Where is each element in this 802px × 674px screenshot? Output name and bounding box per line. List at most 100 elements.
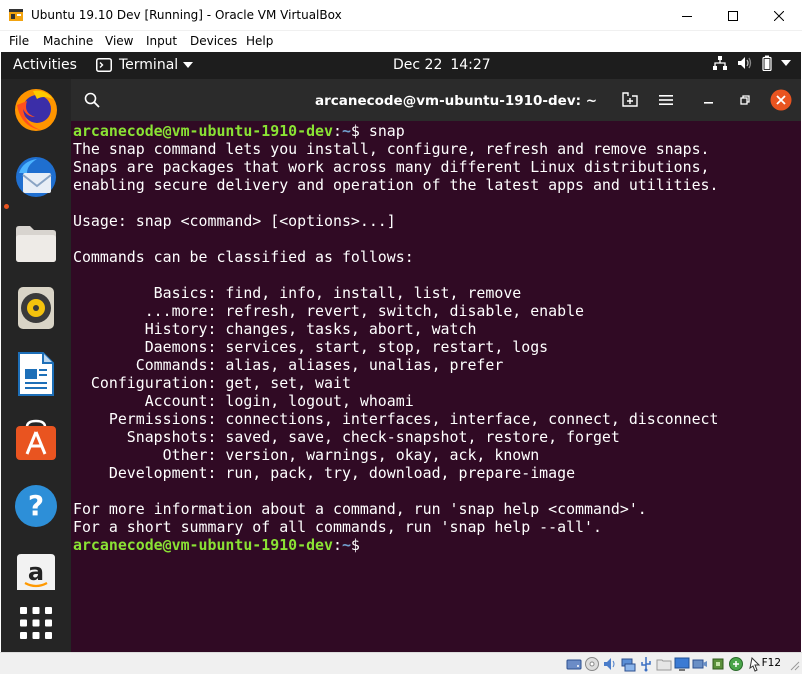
dock-libreoffice-writer[interactable]: [12, 350, 60, 398]
show-applications-icon: [20, 607, 52, 639]
prompt-symbol: $: [350, 536, 369, 554]
maximize-button[interactable]: [710, 0, 756, 31]
dock-ubuntu-software[interactable]: [12, 416, 60, 464]
terminal-close-button[interactable]: [768, 88, 794, 112]
video-capture-icon[interactable]: [692, 656, 708, 672]
output-line: ...more: refresh, revert, switch, disabl…: [73, 302, 585, 320]
hard-disk-icon[interactable]: [566, 656, 582, 672]
terminal-window[interactable]: arcanecode@vm-ubuntu-1910-dev: ~ arcanec…: [71, 79, 801, 652]
output-line: Development: run, pack, try, download, p…: [73, 464, 576, 482]
minimize-icon: [704, 102, 713, 104]
output-line: Commands can be classified as follows:: [73, 248, 414, 266]
output-line: For more information about a command, ru…: [73, 500, 647, 518]
output-line: Snaps are packages that work across many…: [73, 158, 710, 176]
prompt-path: ~: [341, 122, 351, 140]
terminal-output[interactable]: arcanecode@vm-ubuntu-1910-dev:~$ snap Th…: [73, 121, 801, 652]
output-line: Basics: find, info, install, list, remov…: [73, 284, 522, 302]
ubuntu-software-icon: [16, 419, 56, 460]
resize-grip-icon[interactable]: [788, 659, 800, 671]
cpu-icon[interactable]: [710, 656, 726, 672]
terminal-minimize-button[interactable]: [696, 88, 722, 112]
maximize-icon: [728, 10, 738, 21]
dock-help[interactable]: ?: [12, 482, 60, 530]
minimize-button[interactable]: [664, 0, 710, 31]
output-line: Account: login, logout, whoami: [73, 392, 414, 410]
host-key-label: F12: [761, 657, 781, 669]
output-line: History: changes, tasks, abort, watch: [73, 320, 477, 338]
prompt-line: arcanecode@vm-ubuntu-1910-dev:~$ snap: [73, 122, 405, 140]
svg-text:?: ?: [28, 489, 44, 522]
output-line: Permissions: connections, interfaces, in…: [73, 410, 719, 428]
chevron-down-icon: [183, 62, 194, 68]
app-menu[interactable]: Terminal: [96, 57, 194, 73]
dock-thunderbird[interactable]: [12, 154, 60, 202]
terminal-maximize-button[interactable]: [732, 88, 758, 112]
status-icons: [566, 656, 762, 672]
amazon-icon: a: [17, 554, 55, 590]
mouse-integration-icon[interactable]: [728, 656, 744, 672]
prompt-user: arcanecode@vm-ubuntu-1910-dev: [73, 536, 333, 554]
menu-machine[interactable]: Machine: [43, 34, 93, 48]
system-tray[interactable]: [712, 55, 791, 71]
minimize-icon: [682, 15, 692, 17]
menu-file[interactable]: File: [9, 34, 29, 48]
shared-folders-icon[interactable]: [656, 656, 672, 672]
vbox-titlebar: Ubuntu 19.10 Dev [Running] - Oracle VM V…: [0, 0, 802, 31]
menu-view[interactable]: View: [105, 34, 133, 48]
vbox-statusbar: F12: [0, 652, 802, 674]
dock-files[interactable]: [12, 219, 60, 267]
clock-time: 14:27: [450, 57, 491, 73]
dock-amazon[interactable]: a: [12, 548, 60, 596]
audio-icon[interactable]: [602, 656, 618, 672]
output-line: enabling secure delivery and operation o…: [73, 176, 719, 194]
new-tab-icon: [622, 92, 638, 107]
dock-firefox[interactable]: [12, 86, 60, 134]
dock-rhythmbox[interactable]: [12, 284, 60, 332]
libreoffice-writer-icon: [18, 352, 54, 396]
output-line: Snapshots: saved, save, check-snapshot, …: [73, 428, 620, 446]
output-line: Daemons: services, start, stop, restart,…: [73, 338, 549, 356]
help-icon: ?: [15, 485, 57, 527]
files-icon: [16, 226, 56, 262]
dock-show-applications[interactable]: [12, 599, 60, 647]
terminal-cursor: [369, 537, 378, 552]
network-adapter-icon[interactable]: [620, 656, 636, 672]
terminal-menu-button[interactable]: [653, 88, 679, 112]
output-line: For a short summary of all commands, run…: [73, 518, 602, 536]
volume-icon: [738, 57, 752, 69]
clock-date: Dec 22: [393, 57, 443, 73]
usb-icon[interactable]: [638, 656, 654, 672]
dock: ? a: [1, 79, 71, 652]
terminal-title: arcanecode@vm-ubuntu-1910-dev: ~: [314, 93, 598, 109]
output-line: Commands: alias, aliases, unalias, prefe…: [73, 356, 504, 374]
prompt-path: ~: [341, 536, 351, 554]
running-indicator: [4, 204, 9, 209]
command-text: snap: [368, 122, 405, 140]
restore-icon: [740, 95, 750, 105]
menu-devices[interactable]: Devices: [190, 34, 237, 48]
keyboard-capture-icon[interactable]: [746, 656, 762, 672]
close-icon: [774, 10, 784, 21]
hamburger-menu-icon: [659, 95, 673, 105]
rhythmbox-icon: [18, 287, 54, 329]
clock[interactable]: Dec 22 14:27: [393, 57, 491, 73]
guest-display[interactable]: Activities Terminal Dec 22 14:27 ? a arc…: [1, 52, 801, 652]
output-line: The snap command lets you install, confi…: [73, 140, 710, 158]
window-title: Ubuntu 19.10 Dev [Running] - Oracle VM V…: [31, 8, 342, 22]
app-menu-label: Terminal: [119, 57, 179, 73]
menu-help[interactable]: Help: [246, 34, 273, 48]
new-tab-button[interactable]: [617, 88, 643, 112]
menu-input[interactable]: Input: [146, 34, 177, 48]
optical-drive-icon[interactable]: [584, 656, 600, 672]
display-icon[interactable]: [674, 656, 690, 672]
terminal-icon: [96, 58, 112, 72]
activities-button[interactable]: Activities: [13, 57, 77, 73]
close-button[interactable]: [756, 0, 802, 31]
chevron-down-icon: [781, 60, 791, 66]
thunderbird-icon: [16, 157, 56, 197]
vbox-menubar: File Machine View Input Devices Help: [0, 31, 802, 52]
